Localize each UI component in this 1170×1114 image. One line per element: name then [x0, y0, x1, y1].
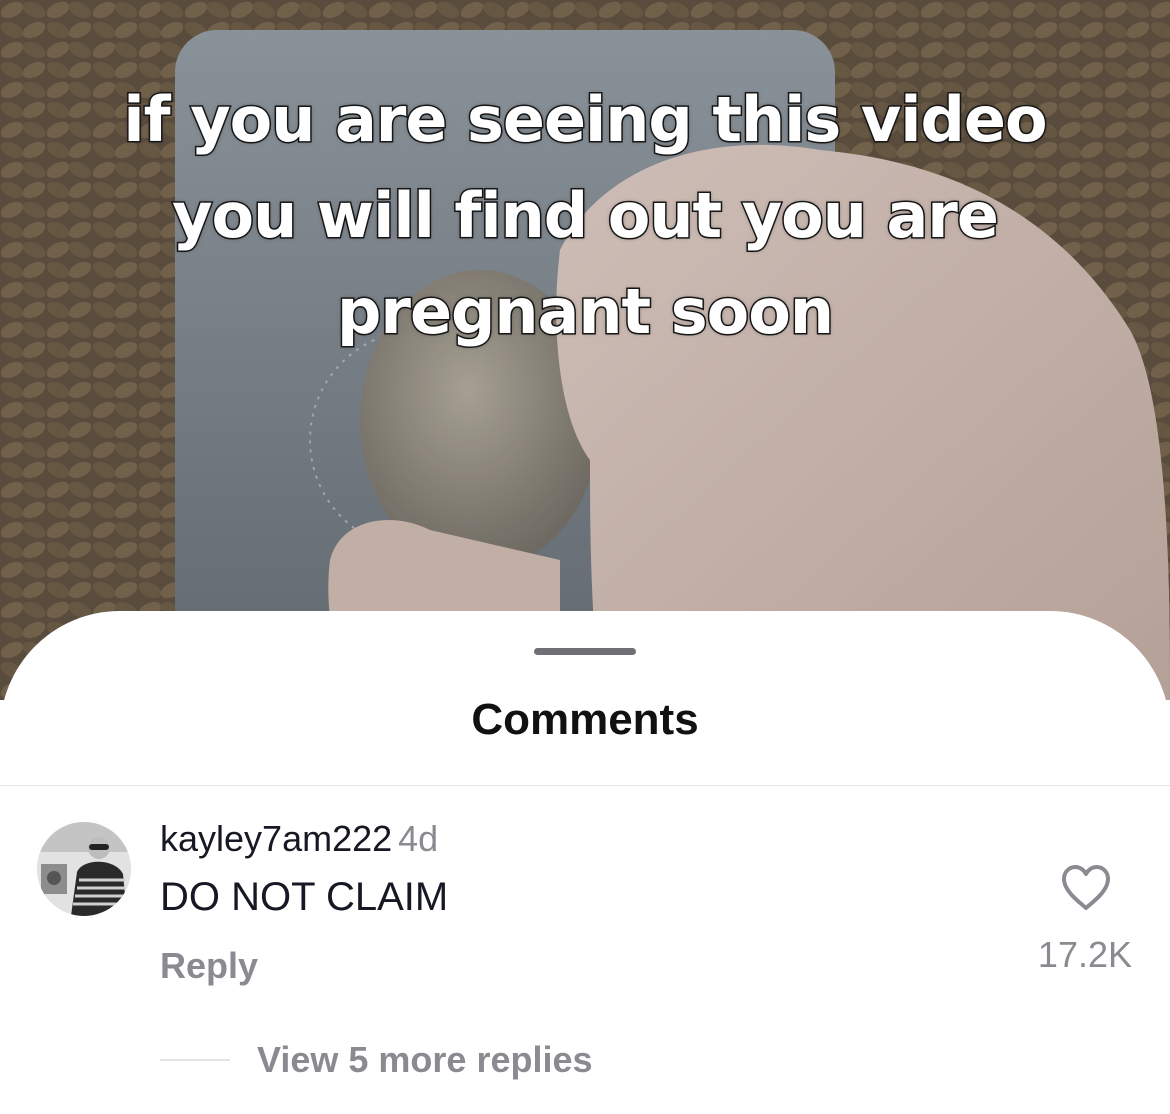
comment-username[interactable]: kayley7am222 [160, 818, 392, 859]
view-replies-line [160, 1059, 230, 1061]
comments-sheet: Comments kayley7am222 4d DO NOT CLAIM Rep… [0, 611, 1170, 1114]
view-more-replies-button[interactable]: View 5 more replies [257, 1039, 593, 1081]
heart-outline-icon[interactable] [1060, 864, 1112, 912]
caption-line-3: pregnant soon [336, 274, 836, 350]
reply-button[interactable]: Reply [160, 945, 258, 987]
comment-header: kayley7am222 4d [160, 818, 438, 860]
comments-title: Comments [471, 695, 699, 744]
video-player[interactable]: if you are seeing this video you will fi… [0, 0, 1170, 700]
video-caption: if you are seeing this video you will fi… [0, 72, 1170, 360]
tiktok-comments-screen: if you are seeing this video you will fi… [0, 0, 1170, 1114]
comment-timestamp: 4d [398, 818, 439, 859]
caption-line-2: you will find out you are [171, 178, 1001, 254]
comment-text: DO NOT CLAIM [160, 875, 449, 919]
avatar-photo [37, 822, 131, 916]
sheet-drag-handle[interactable] [534, 648, 636, 655]
header-divider [0, 785, 1170, 786]
commenter-avatar[interactable] [37, 822, 131, 916]
like-count: 17.2K [1037, 934, 1132, 975]
caption-line-1: if you are seeing this video [122, 82, 1049, 158]
